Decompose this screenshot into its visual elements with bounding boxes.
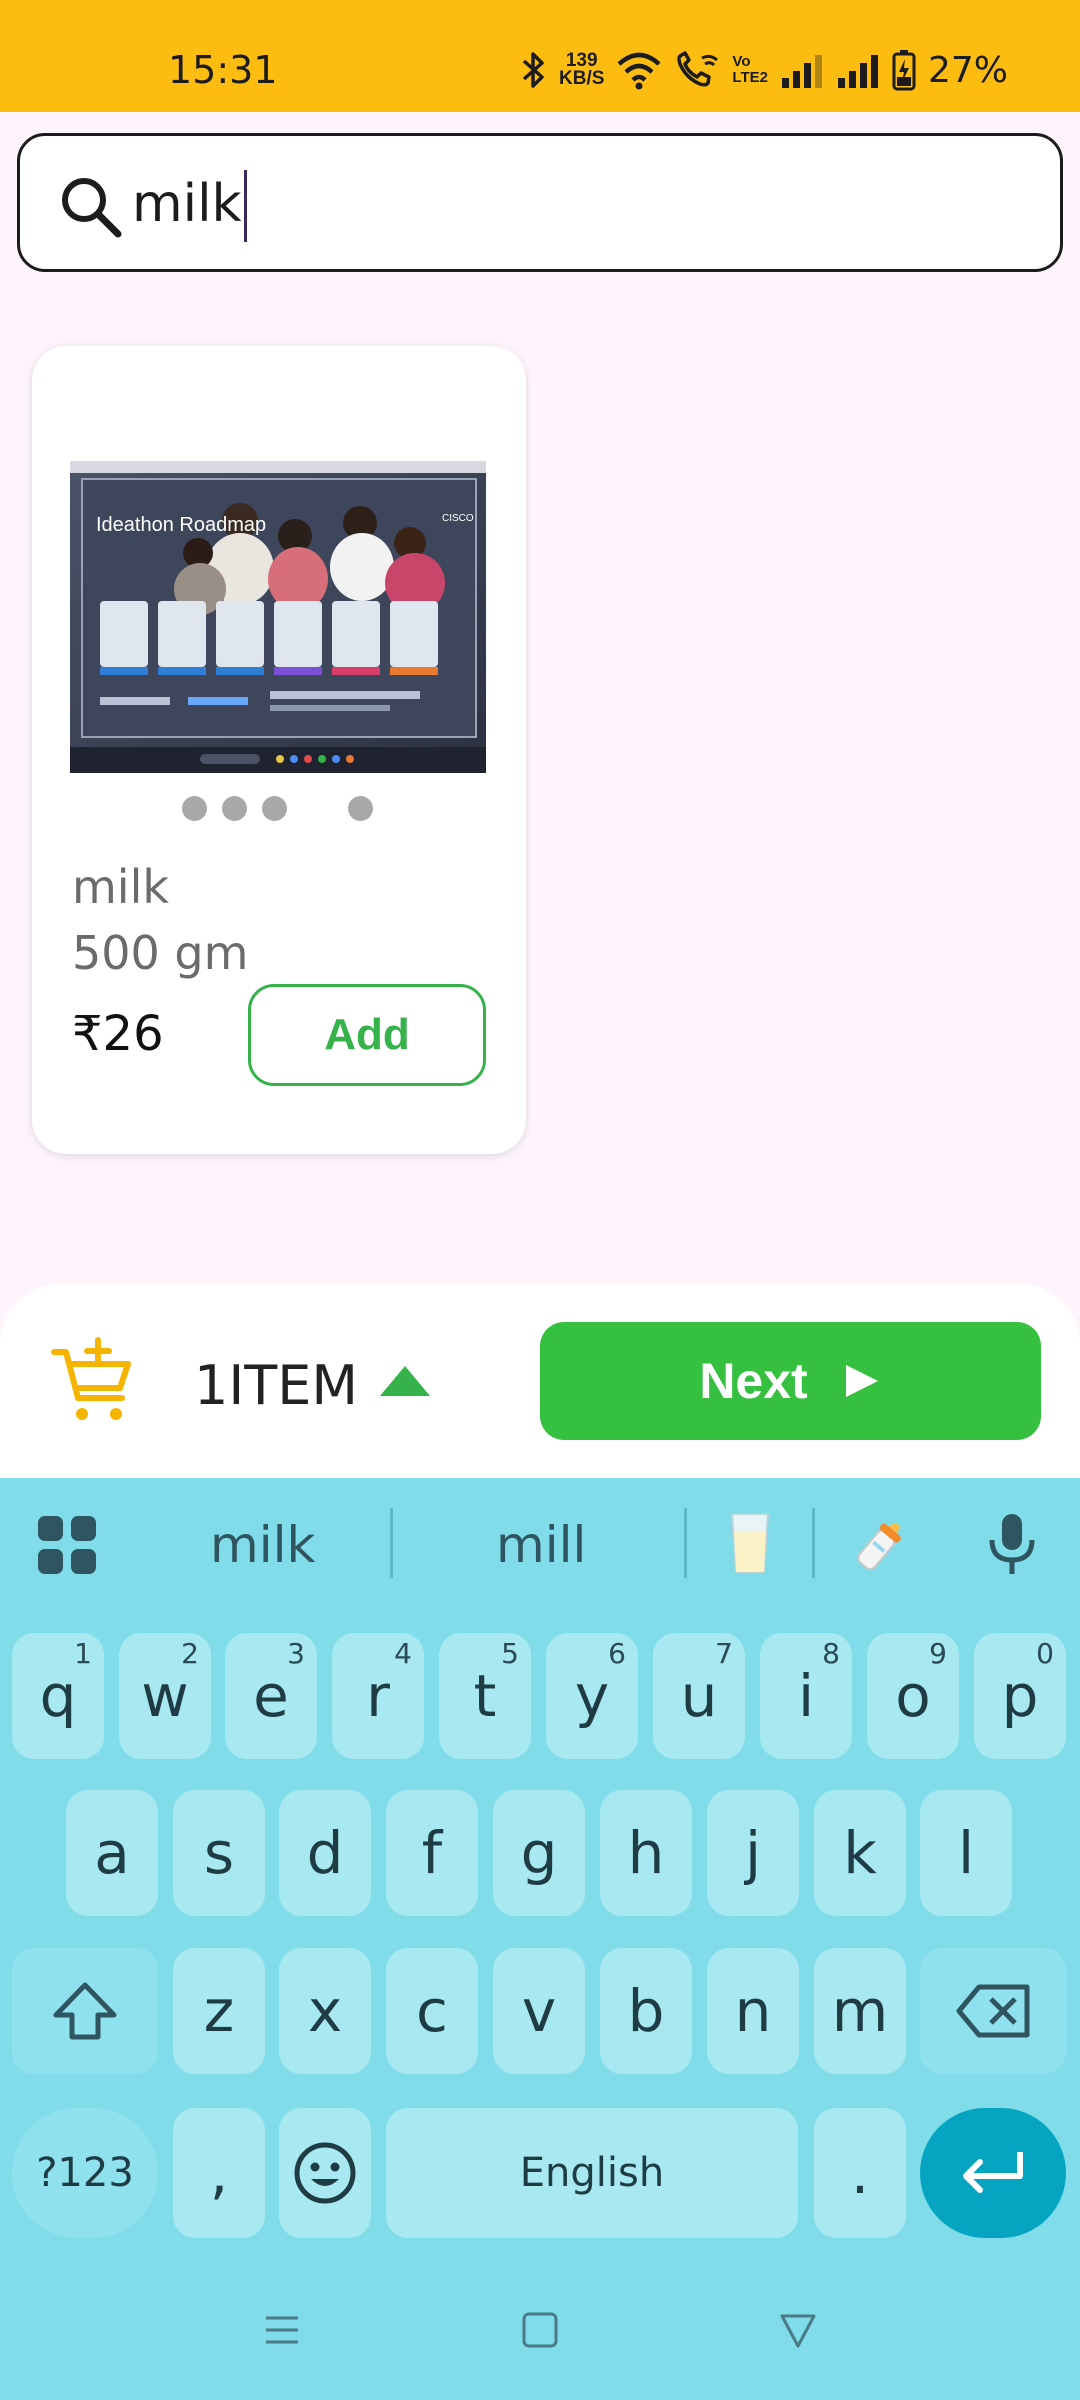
carousel-dots [182,796,373,821]
key-l[interactable]: l [920,1790,1012,1916]
key-b[interactable]: b [600,1948,692,2074]
status-time: 15:31 [168,48,278,92]
product-name: milk [72,860,170,914]
key-s[interactable]: s [173,1790,265,1916]
microphone-icon[interactable] [984,1512,1040,1576]
symbols-key[interactable]: ?123 [12,2108,158,2238]
chevron-up-icon[interactable] [378,1364,432,1398]
next-button[interactable]: Next [540,1322,1041,1440]
key-k[interactable]: k [814,1790,906,1916]
key-h[interactable]: h [600,1790,692,1916]
suggestion-divider [812,1508,815,1578]
keyboard: milk mill q1 w2 e3 r4 t5 y6 u7 i8 o9 p0 [0,1478,1080,2400]
carousel-dot[interactable] [222,796,247,821]
navigation-bar [0,2266,1080,2400]
volte-top: Vo [732,53,751,70]
key-o[interactable]: o9 [867,1633,959,1759]
signal-icon-sim1 [780,52,824,88]
shift-key[interactable] [12,1948,158,2074]
play-arrow-icon [845,1365,878,1397]
key-i[interactable]: i8 [760,1633,852,1759]
add-button[interactable]: Add [248,984,486,1086]
home-icon[interactable] [520,2310,560,2350]
key-d[interactable]: d [279,1790,371,1916]
key-a[interactable]: a [66,1790,158,1916]
status-bar: 15:31 139 KB/S Vo LTE2 27% [0,0,1080,112]
key-q[interactable]: q1 [12,1633,104,1759]
key-z[interactable]: z [173,1948,265,2074]
product-quantity: 500 gm [72,926,249,980]
smiley-icon [294,2142,356,2204]
image-brand-text: CISCO [442,513,474,524]
comma-key[interactable]: , [173,2108,265,2238]
key-g[interactable]: g [493,1790,585,1916]
suggestion-1[interactable]: milk [210,1516,315,1574]
suggestion-strip: milk mill [0,1478,1080,1608]
key-c[interactable]: c [386,1948,478,2074]
key-j[interactable]: j [707,1790,799,1916]
cart-bar: 1ITEM Next [0,1284,1080,1480]
space-key[interactable]: English [386,2108,798,2238]
battery-percent: 27% [927,49,1008,91]
cart-item-count[interactable]: 1ITEM [194,1354,358,1417]
key-m[interactable]: m [814,1948,906,2074]
battery-charging-icon [892,49,916,91]
back-icon[interactable] [778,2310,818,2350]
shift-icon [53,1982,117,2040]
backspace-key[interactable] [920,1948,1066,2074]
enter-key[interactable] [920,2108,1066,2238]
glass-of-milk-icon[interactable] [718,1510,782,1576]
key-t[interactable]: t5 [439,1633,531,1759]
key-y[interactable]: y6 [546,1633,638,1759]
wifi-icon [616,50,662,90]
next-button-label: Next [699,1353,808,1409]
wifi-calling-icon [674,50,720,90]
product-card[interactable]: Ideathon Roadmap CISCO milk 500 gm ₹26 A… [32,346,526,1154]
product-price: ₹26 [72,1006,164,1062]
key-x[interactable]: x [279,1948,371,2074]
carousel-dot[interactable] [182,796,207,821]
suggestion-divider [684,1508,687,1578]
apps-grid-icon[interactable] [36,1514,98,1576]
key-r[interactable]: r4 [332,1633,424,1759]
add-to-cart-icon[interactable] [50,1336,134,1426]
volte-indicator: Vo LTE2 [732,54,768,86]
status-icons: 139 KB/S Vo LTE2 27% [521,46,1008,94]
key-e[interactable]: e3 [225,1633,317,1759]
image-title-text: Ideathon Roadmap [96,514,266,536]
volte-bottom: LTE2 [732,69,768,86]
suggestion-divider [390,1508,393,1578]
carousel-dot[interactable] [262,796,287,821]
signal-icon-sim2 [836,52,880,88]
search-box[interactable] [17,133,1063,272]
carousel-dot[interactable] [348,796,373,821]
menu-icon[interactable] [262,2310,302,2350]
search-icon [62,178,122,238]
network-speed: 139 KB/S [559,51,605,89]
key-u[interactable]: u7 [653,1633,745,1759]
key-w[interactable]: w2 [119,1633,211,1759]
emoji-key[interactable] [279,2108,371,2238]
search-input[interactable] [132,164,1012,244]
bluetooth-icon [521,50,547,90]
key-v[interactable]: v [493,1948,585,2074]
enter-arrow-icon [963,2152,1023,2193]
key-n[interactable]: n [707,1948,799,2074]
key-p[interactable]: p0 [974,1633,1066,1759]
period-key[interactable]: . [814,2108,906,2238]
baby-bottle-icon[interactable] [850,1510,914,1576]
backspace-icon [956,1984,1030,2038]
product-image[interactable]: Ideathon Roadmap CISCO [70,461,486,773]
key-f[interactable]: f [386,1790,478,1916]
network-speed-unit: KB/S [559,68,605,89]
suggestion-2[interactable]: mill [496,1516,586,1574]
text-caret [244,170,247,242]
